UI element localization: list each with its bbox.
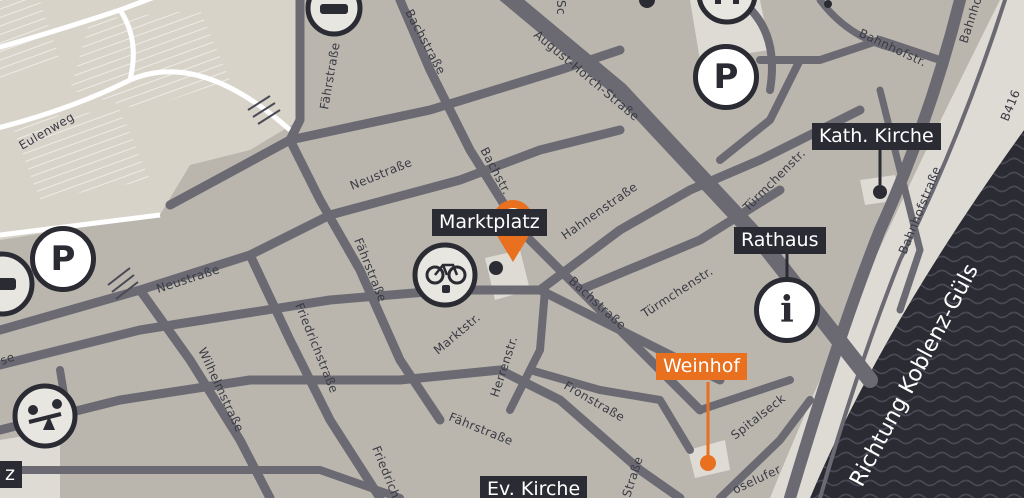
poi-label-marktplatz[interactable]: Marktplatz	[432, 209, 547, 236]
poi-label-weinhof[interactable]: Weinhof	[656, 353, 748, 380]
poi-label-ev-kirche[interactable]: Ev. Kirche	[480, 476, 588, 498]
parking-icon: P	[693, 44, 759, 110]
kirche-dot	[873, 185, 887, 199]
car-service-icon	[305, 0, 363, 37]
poi-label-cut-left[interactable]: z	[0, 461, 22, 488]
info-icon: i	[754, 277, 820, 343]
bike-charging-icon-graphic	[412, 242, 478, 308]
weinhof-dot	[700, 455, 716, 471]
map-canvas[interactable]: Eulenweg Fährstraße Bachstraße August-Ho…	[0, 0, 1024, 498]
marktplatz-dot	[489, 261, 503, 275]
poi-label-kath-kirche[interactable]: Kath. Kirche	[812, 123, 941, 150]
playground-icon	[12, 383, 78, 449]
map-layer: Eulenweg Fährstraße Bachstraße August-Ho…	[0, 0, 1024, 498]
poi-label-rathaus[interactable]: Rathaus	[734, 227, 826, 254]
parking-icon: P	[30, 226, 96, 292]
street-label-sc-cut: Sc	[554, 0, 568, 15]
poi-dot-top-right	[824, 0, 832, 8]
